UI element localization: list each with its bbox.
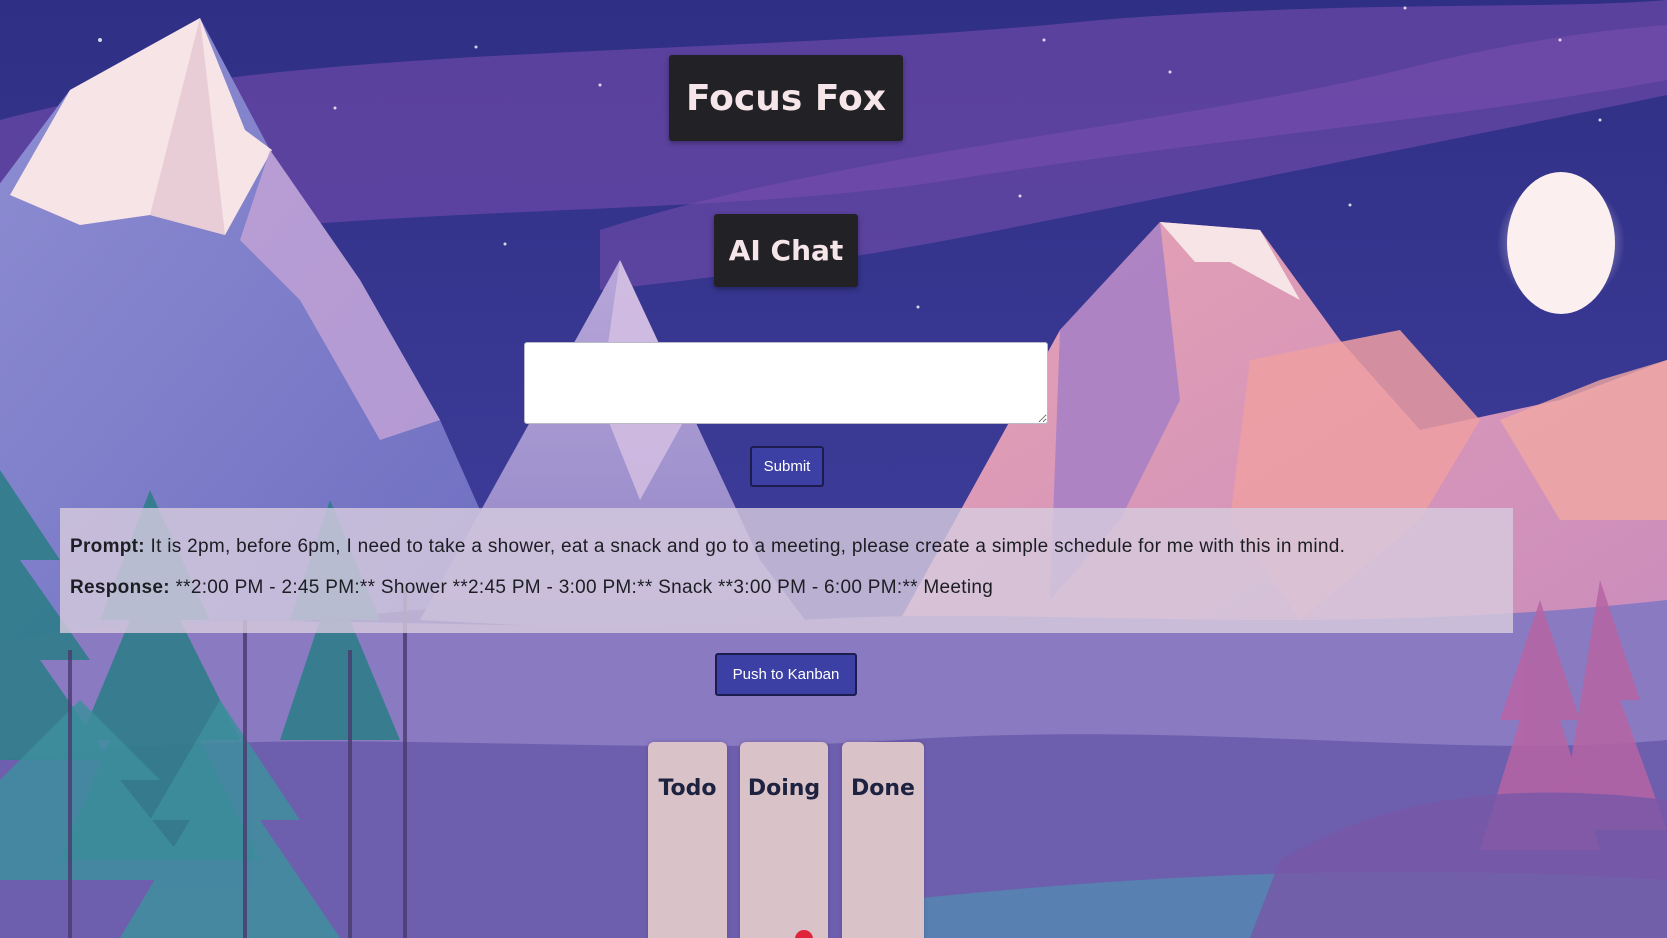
kanban-column-todo[interactable]: Todo (648, 742, 727, 938)
prompt-input[interactable] (524, 342, 1048, 424)
submit-button[interactable]: Submit (750, 446, 824, 487)
kanban-column-done[interactable]: Done (842, 742, 924, 938)
app-title: Focus Fox (669, 55, 903, 141)
kanban-column-doing[interactable]: Doing (740, 742, 828, 938)
prompt-line: Prompt: It is 2pm, before 6pm, I need to… (70, 536, 1503, 558)
kanban-column-title: Done (851, 776, 915, 801)
ai-chat-heading: AI Chat (714, 214, 858, 287)
prompt-label: Prompt: (70, 536, 145, 557)
app-window: Focus Fox AI Chat Submit Prompt: It is 2… (0, 0, 1667, 938)
response-line: Response: **2:00 PM - 2:45 PM:** Shower … (70, 577, 1503, 599)
response-label: Response: (70, 577, 170, 598)
kanban-column-title: Doing (747, 776, 821, 801)
chat-result-panel: Prompt: It is 2pm, before 6pm, I need to… (60, 508, 1513, 633)
prompt-text: It is 2pm, before 6pm, I need to take a … (150, 536, 1346, 557)
response-text: **2:00 PM - 2:45 PM:** Shower **2:45 PM … (175, 577, 994, 598)
push-to-kanban-button[interactable]: Push to Kanban (715, 653, 857, 696)
kanban-column-title: Todo (658, 776, 717, 801)
